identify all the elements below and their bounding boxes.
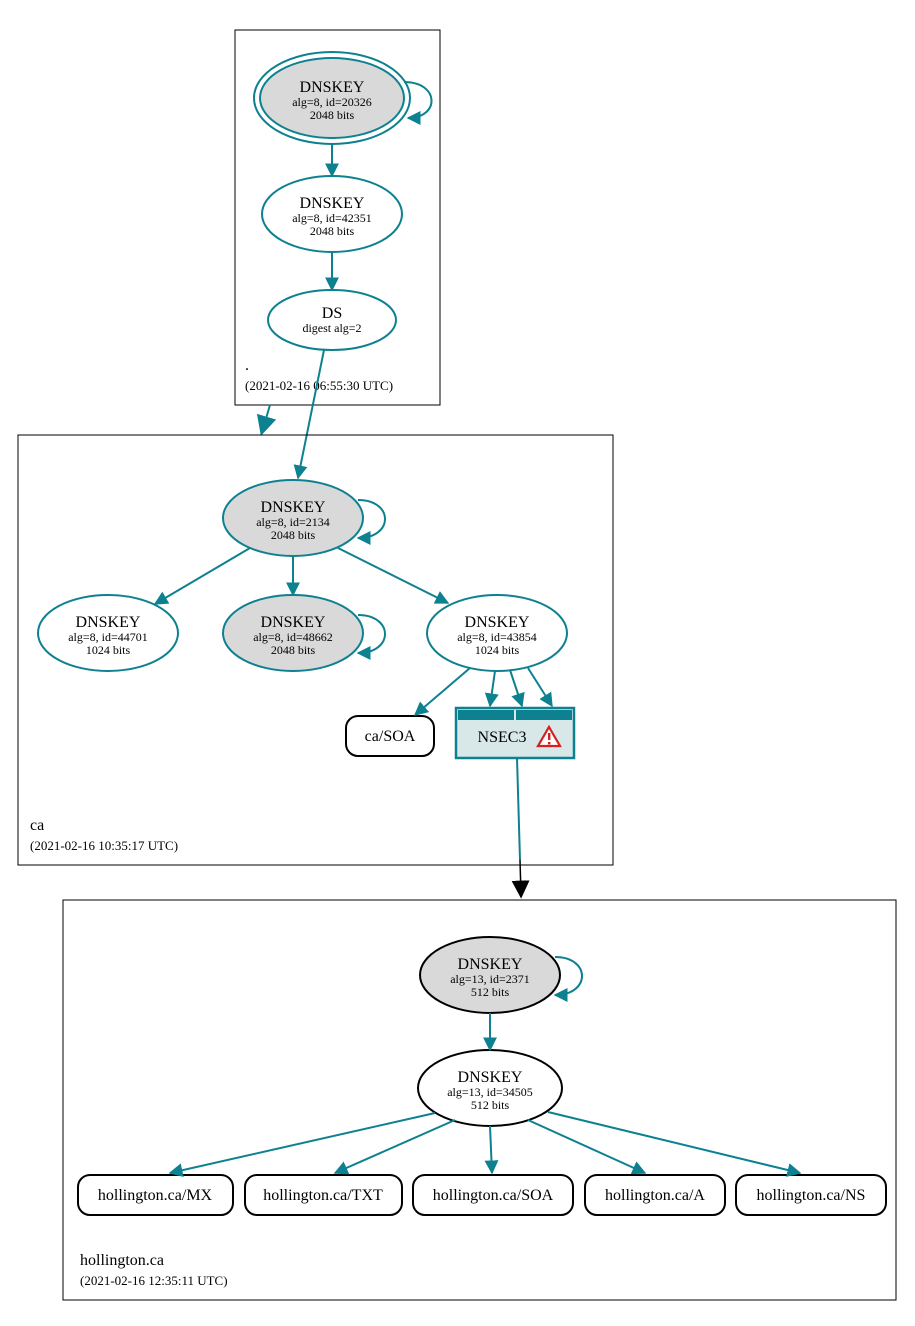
edge-hollington-zsk-soa <box>490 1126 492 1173</box>
edge-hollington-zsk-ns <box>548 1112 800 1173</box>
svg-text:DNSKEY: DNSKEY <box>465 614 530 631</box>
svg-text:hollington.ca/TXT: hollington.ca/TXT <box>263 1187 383 1204</box>
node-ca-zsk3: DNSKEY alg=8, id=43854 1024 bits <box>427 595 567 671</box>
svg-text:alg=8, id=44701: alg=8, id=44701 <box>68 630 148 644</box>
rrset-hollington-txt: hollington.ca/TXT <box>245 1175 402 1215</box>
edge-ca-ksk-zsk3 <box>338 548 448 603</box>
svg-text:2048 bits: 2048 bits <box>271 643 316 657</box>
rrset-hollington-soa: hollington.ca/SOA <box>413 1175 573 1215</box>
zone-ca-timestamp: (2021-02-16 10:35:17 UTC) <box>30 838 178 853</box>
rrset-hollington-mx: hollington.ca/MX <box>78 1175 233 1215</box>
svg-text:DNSKEY: DNSKEY <box>300 79 365 96</box>
svg-text:hollington.ca/A: hollington.ca/A <box>605 1187 705 1204</box>
node-root-ds: DS digest alg=2 <box>268 290 396 350</box>
svg-text:ca/SOA: ca/SOA <box>365 728 416 745</box>
svg-text:digest alg=2: digest alg=2 <box>302 321 361 335</box>
svg-text:DS: DS <box>322 305 342 322</box>
edge-root-to-ca-zone <box>262 405 270 432</box>
svg-text:alg=13, id=2371: alg=13, id=2371 <box>450 972 530 986</box>
svg-text:512 bits: 512 bits <box>471 985 510 999</box>
edge-ca-zsk3-nsec3b <box>510 670 522 706</box>
svg-text:alg=8, id=20326: alg=8, id=20326 <box>292 95 372 109</box>
svg-text:DNSKEY: DNSKEY <box>458 956 523 973</box>
zone-root-label: . <box>245 357 249 374</box>
svg-text:2048 bits: 2048 bits <box>310 108 355 122</box>
rrset-ca-soa: ca/SOA <box>346 716 434 756</box>
node-ca-zsk2: DNSKEY alg=8, id=48662 2048 bits <box>223 595 363 671</box>
svg-text:1024 bits: 1024 bits <box>86 643 131 657</box>
node-ca-zsk1: DNSKEY alg=8, id=44701 1024 bits <box>38 595 178 671</box>
svg-text:2048 bits: 2048 bits <box>271 528 316 542</box>
svg-text:2048 bits: 2048 bits <box>310 224 355 238</box>
svg-text:NSEC3: NSEC3 <box>478 729 527 746</box>
rrset-hollington-a: hollington.ca/A <box>585 1175 725 1215</box>
svg-text:hollington.ca/SOA: hollington.ca/SOA <box>433 1187 554 1204</box>
svg-text:512 bits: 512 bits <box>471 1098 510 1112</box>
node-ca-ksk: DNSKEY alg=8, id=2134 2048 bits <box>223 480 363 556</box>
zone-ca-label: ca <box>30 817 44 834</box>
svg-text:alg=8, id=43854: alg=8, id=43854 <box>457 630 537 644</box>
edge-hollington-zsk-mx <box>170 1113 435 1173</box>
node-root-zsk: DNSKEY alg=8, id=42351 2048 bits <box>262 176 402 252</box>
zone-root: . (2021-02-16 06:55:30 UTC) DNSKEY alg=8… <box>235 30 440 405</box>
edge-ca-ksk-zsk1 <box>155 548 250 604</box>
zone-hollington-label: hollington.ca <box>80 1252 164 1269</box>
node-hollington-ksk: DNSKEY alg=13, id=2371 512 bits <box>420 937 560 1013</box>
svg-text:hollington.ca/MX: hollington.ca/MX <box>98 1187 213 1204</box>
rrset-ca-nsec3: NSEC3 <box>456 708 574 758</box>
svg-text:1024 bits: 1024 bits <box>475 643 520 657</box>
edge-ca-zsk3-nsec3c <box>528 668 552 706</box>
svg-text:hollington.ca/NS: hollington.ca/NS <box>757 1187 866 1204</box>
edge-hollington-zsk-txt <box>335 1120 455 1173</box>
svg-text:alg=8, id=42351: alg=8, id=42351 <box>292 211 372 225</box>
svg-text:alg=13, id=34505: alg=13, id=34505 <box>447 1085 533 1099</box>
svg-text:alg=8, id=48662: alg=8, id=48662 <box>253 630 333 644</box>
svg-text:DNSKEY: DNSKEY <box>458 1069 523 1086</box>
zone-hollington-timestamp: (2021-02-16 12:35:11 UTC) <box>80 1273 228 1288</box>
edge-ca-to-hollington-zone <box>520 860 521 895</box>
svg-text:DNSKEY: DNSKEY <box>261 499 326 516</box>
zone-hollington: hollington.ca (2021-02-16 12:35:11 UTC) … <box>63 900 896 1300</box>
svg-text:DNSKEY: DNSKEY <box>261 614 326 631</box>
svg-text:DNSKEY: DNSKEY <box>76 614 141 631</box>
edge-hollington-zsk-a <box>528 1120 645 1173</box>
zone-root-timestamp: (2021-02-16 06:55:30 UTC) <box>245 378 393 393</box>
zone-ca: ca (2021-02-16 10:35:17 UTC) DNSKEY alg=… <box>18 435 613 865</box>
dnssec-graph: . (2021-02-16 06:55:30 UTC) DNSKEY alg=8… <box>0 0 915 1326</box>
svg-text:alg=8, id=2134: alg=8, id=2134 <box>256 515 330 529</box>
node-hollington-zsk: DNSKEY alg=13, id=34505 512 bits <box>418 1050 562 1126</box>
edge-ds-to-ca-ksk <box>298 350 324 478</box>
edge-ca-zsk3-nsec3a <box>490 671 495 706</box>
node-root-ksk: DNSKEY alg=8, id=20326 2048 bits <box>254 52 410 144</box>
rrset-hollington-ns: hollington.ca/NS <box>736 1175 886 1215</box>
edge-nsec3-to-hollington-zone <box>517 758 520 860</box>
svg-text:DNSKEY: DNSKEY <box>300 195 365 212</box>
